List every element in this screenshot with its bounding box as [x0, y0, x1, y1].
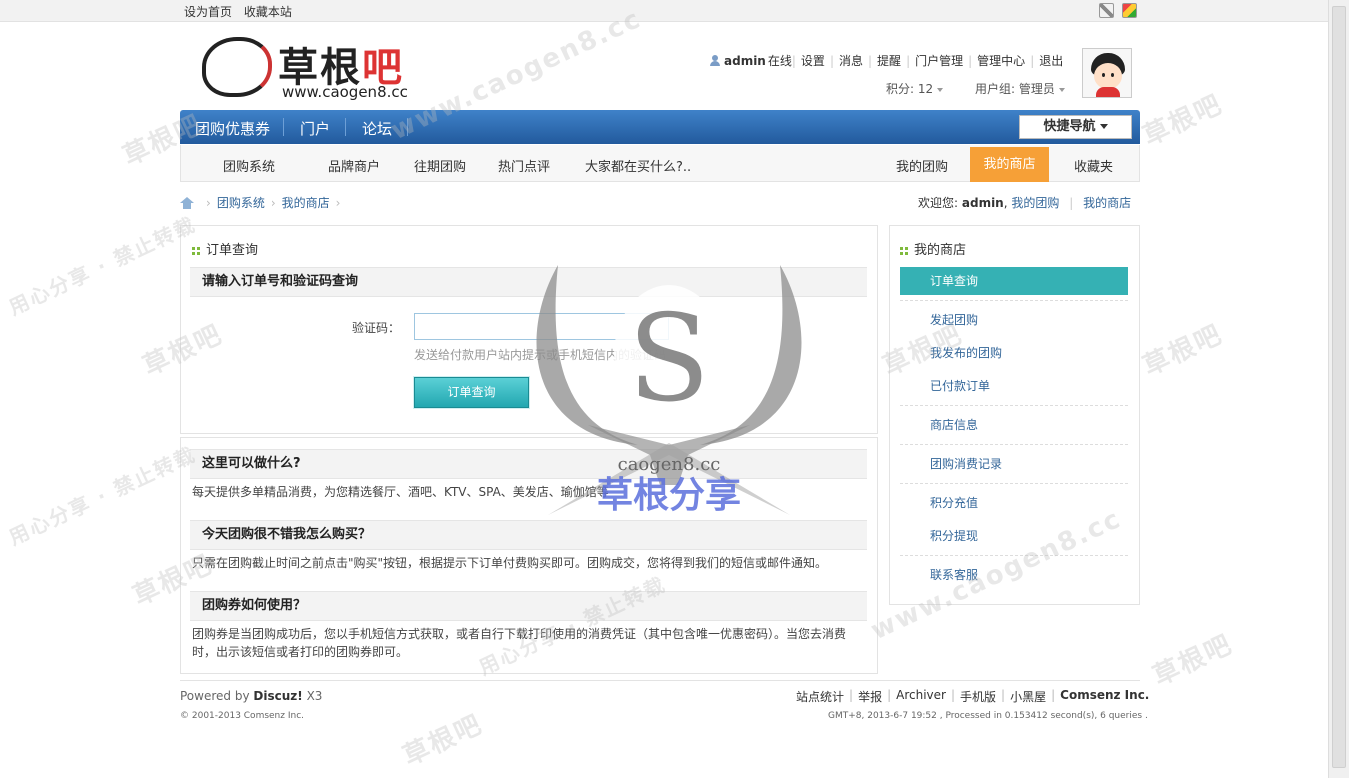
home-icon[interactable]: [180, 196, 194, 209]
sidebar-item-shop-info[interactable]: 商店信息: [930, 416, 978, 433]
portal-admin-link[interactable]: 门户管理: [915, 52, 963, 69]
logo-url: www.caogen8.cc: [282, 83, 408, 101]
nav-portal[interactable]: 门户: [300, 118, 330, 139]
set-homepage-link[interactable]: 设为首页: [184, 5, 232, 19]
footer-powered-by: Powered by Discuz! X3: [180, 689, 323, 703]
usergroup-dropdown[interactable]: 用户组: 管理员: [975, 80, 1065, 97]
chevron-down-icon: [1058, 87, 1065, 92]
subnav-brands[interactable]: 品牌商户: [328, 156, 380, 175]
captcha-input[interactable]: [414, 313, 669, 340]
footer-company-link[interactable]: Comsenz Inc.: [1060, 688, 1149, 705]
watermark-text: 用心分享 · 禁止转载: [5, 441, 200, 550]
footer-processed-time: GMT+8, 2013-6-7 19:52 , Processed in 0.1…: [828, 711, 1148, 721]
faq-answer-3: 团购券是当团购成功后，您以手机短信方式获取，或者自行下载打印使用的消费凭证（其中…: [192, 627, 847, 659]
faq-question-3: 团购券如何使用？: [190, 591, 867, 621]
faq-question-1: 这里可以做什么?: [190, 449, 867, 479]
faq-question-2: 今天团购很不错我怎么购买？: [190, 520, 867, 550]
subnav-my-shop-active[interactable]: 我的商店: [970, 147, 1049, 182]
watermark-text: 草根吧: [1138, 89, 1228, 153]
bullet-icon: [900, 246, 908, 255]
chevron-down-icon: [1099, 124, 1108, 129]
captcha-hint: 发送给付款用户站内提示或手机短信内的验证码: [414, 348, 667, 362]
bullet-icon: [192, 246, 200, 255]
top-links: 设为首页 收藏本站: [184, 3, 300, 20]
quick-nav-button[interactable]: 快捷导航: [1019, 115, 1132, 139]
order-query-button[interactable]: 订单查询: [414, 377, 529, 408]
footer-mobile-link[interactable]: 手机版: [960, 688, 996, 705]
messages-link[interactable]: 消息: [839, 52, 863, 69]
sidebar-item-paid-orders[interactable]: 已付款订单: [930, 377, 990, 394]
sidebar-item-contact-support[interactable]: 联系客服: [930, 566, 978, 583]
watermark-text: 草根吧: [398, 709, 488, 773]
bookmark-site-link[interactable]: 收藏本站: [244, 5, 292, 19]
discuz-link[interactable]: Discuz!: [253, 689, 302, 703]
subnav-hot-reviews[interactable]: 热门点评: [498, 156, 550, 175]
sub-nav: 团购系统 品牌商户 往期团购 热门点评 大家都在买什么?.. 我的团购 我的商店…: [180, 145, 1140, 182]
notifications-link[interactable]: 提醒: [877, 52, 901, 69]
footer-stats-link[interactable]: 站点统计: [796, 688, 844, 705]
subnav-my-groupbuy[interactable]: 我的团购: [896, 156, 948, 175]
color-theme-icon[interactable]: [1122, 3, 1137, 18]
sidebar-item-my-published[interactable]: 我发布的团购: [930, 344, 1002, 361]
watermark-text: 草根吧: [1148, 629, 1238, 693]
breadcrumb: › 团购系统 › 我的商店 ›: [180, 194, 346, 211]
subnav-everyone-buying[interactable]: 大家都在买什么?..: [585, 156, 691, 175]
expand-icon[interactable]: [1099, 3, 1114, 18]
footer-copyright: © 2001-2013 Comsenz Inc.: [180, 711, 305, 721]
user-menu: admin 在线 | 设置 | 消息 | 提醒 | 门户管理 | 管理中心 | 退出: [710, 52, 1068, 69]
order-query-section-header: 请输入订单号和验证码查询: [190, 267, 867, 297]
user-icon: [710, 55, 720, 66]
online-status: 在线: [767, 54, 792, 68]
watermark-text: 草根吧: [1138, 319, 1228, 383]
main-nav: 团购优惠券 门户 论坛: [180, 110, 1140, 144]
subnav-group-system[interactable]: 团购系统: [223, 156, 275, 175]
order-query-title: 订单查询: [192, 239, 258, 258]
credits-dropdown[interactable]: 积分: 12: [886, 80, 944, 97]
breadcrumb-group-system[interactable]: 团购系统: [217, 194, 265, 211]
chevron-down-icon: [937, 87, 944, 92]
footer-divider: [180, 680, 1140, 681]
welcome-my-groupbuy-link[interactable]: 我的团购: [1011, 196, 1059, 210]
footer-links: 站点统计 | 举报 | Archiver | 手机版 | 小黑屋 | Comsenz In…: [796, 688, 1150, 705]
sidebar-item-credit-withdraw[interactable]: 积分提现: [930, 527, 978, 544]
username-link[interactable]: admin: [724, 54, 766, 68]
welcome-user[interactable]: admin: [962, 196, 1004, 210]
watermark-text: 用心分享 · 禁止转载: [5, 211, 200, 320]
footer-report-link[interactable]: 举报: [858, 688, 882, 705]
settings-link[interactable]: 设置: [801, 52, 825, 69]
footer-blackroom-link[interactable]: 小黑屋: [1010, 688, 1046, 705]
sidebar-item-consumption-records[interactable]: 团购消费记录: [930, 455, 1002, 472]
subnav-past-deals[interactable]: 往期团购: [414, 156, 466, 175]
footer-archiver-link[interactable]: Archiver: [896, 688, 946, 705]
subnav-favorites[interactable]: 收藏夹: [1074, 156, 1113, 175]
site-logo[interactable]: 草根吧 www.caogen8.cc: [200, 33, 440, 103]
nav-group-coupons[interactable]: 团购优惠券: [195, 118, 270, 139]
faq-answer-1: 每天提供多单精品消费，为您精选餐厅、酒吧、KTV、SPA、美发店、瑜伽馆等: [192, 485, 609, 499]
top-toolbar: 设为首页 收藏本站: [0, 0, 1328, 22]
sidebar-item-credit-recharge[interactable]: 积分充值: [930, 494, 978, 511]
avatar[interactable]: [1082, 48, 1132, 98]
sidebar-item-order-query[interactable]: 订单查询: [900, 267, 1128, 295]
logo-mark-icon: [202, 37, 272, 97]
faq-answer-2: 只需在团购截止时间之前点击"购买"按钮，根据提示下订单付费购买即可。团购成交，您…: [192, 556, 828, 570]
sidebar-item-start-groupbuy[interactable]: 发起团购: [930, 311, 978, 328]
logout-link[interactable]: 退出: [1039, 52, 1063, 69]
welcome-prefix: 欢迎您:: [918, 196, 959, 210]
vertical-scrollbar[interactable]: [1328, 0, 1349, 778]
sidebar-title: 我的商店: [900, 239, 966, 258]
admin-center-link[interactable]: 管理中心: [977, 52, 1025, 69]
welcome-my-shop-link[interactable]: 我的商店: [1083, 196, 1131, 210]
breadcrumb-my-shop[interactable]: 我的商店: [282, 194, 330, 211]
nav-forum[interactable]: 论坛: [362, 118, 392, 139]
captcha-label: 验证码：: [352, 321, 401, 335]
scrollbar-thumb[interactable]: [1332, 6, 1346, 768]
welcome-bar: 欢迎您: admin, 我的团购 | 我的商店: [918, 196, 1132, 210]
